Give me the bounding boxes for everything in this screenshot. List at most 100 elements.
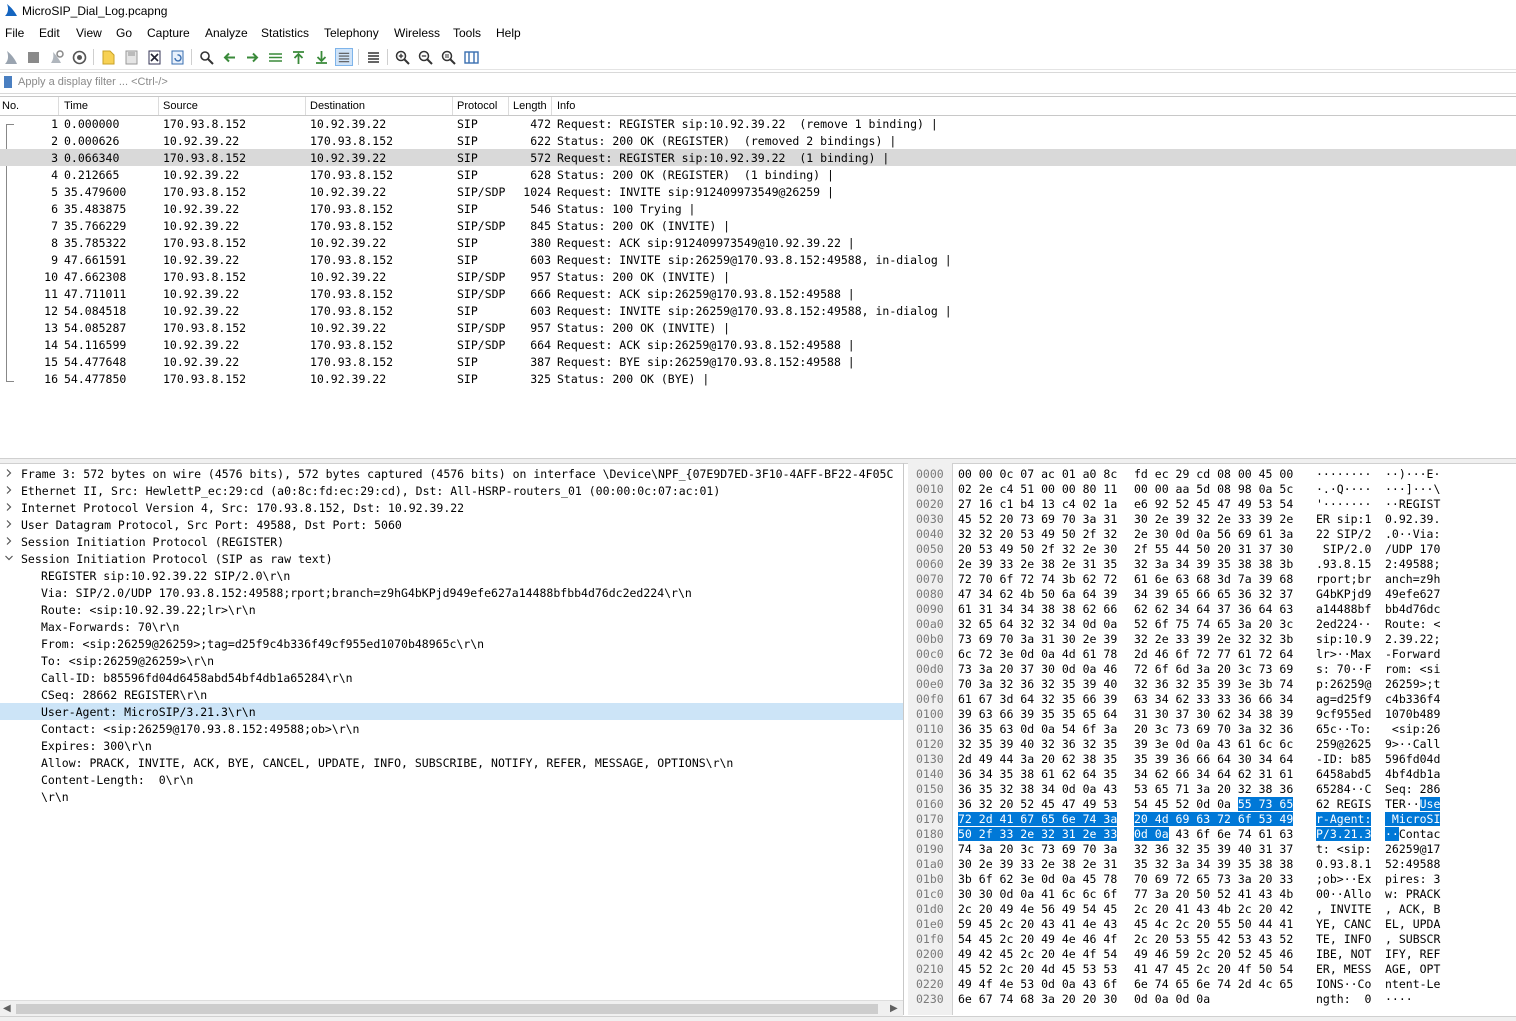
hex-row[interactable]: 01c0 30 30 0d 0a 41 6c 6c 6f 77 3a 20 50 5… [908, 886, 1516, 901]
hex-row[interactable]: 0090 61 31 34 34 38 38 62 66 62 62 34 64 3… [908, 601, 1516, 616]
chevron-right-icon[interactable] [4, 468, 14, 478]
hex-row[interactable]: 0030 45 52 20 73 69 70 3a 31 30 2e 39 32 2… [908, 511, 1516, 526]
menu-go[interactable]: Go [116, 26, 132, 40]
column-header-time[interactable]: Time [64, 100, 88, 112]
detail-row[interactable]: To: <sip:26259@26259>\r\n [0, 652, 903, 669]
hex-row[interactable]: 0180 50 2f 33 2e 32 31 2e 33 0d 0a 43 6f 6… [908, 826, 1516, 841]
column-separator[interactable] [305, 97, 306, 115]
go-first-packet-icon[interactable] [289, 48, 307, 66]
packet-row[interactable]: 8 35.785322 170.93.8.152 10.92.39.22 SIP 380 R… [0, 234, 1516, 251]
go-last-packet-icon[interactable] [312, 48, 330, 66]
packet-row[interactable]: 3 0.066340 170.93.8.152 10.92.39.22 SIP 572 Re… [0, 149, 1516, 166]
detail-row[interactable]: \r\n [0, 788, 903, 805]
open-file-icon[interactable] [99, 48, 117, 66]
close-file-icon[interactable] [145, 48, 163, 66]
hex-row[interactable]: 01a0 30 2e 39 33 2e 38 2e 31 35 32 3a 34 3… [908, 856, 1516, 871]
menu-help[interactable]: Help [496, 26, 521, 40]
column-separator[interactable] [58, 97, 59, 115]
packet-row[interactable]: 1 0.000000 170.93.8.152 10.92.39.22 SIP 472 Re… [0, 115, 1516, 132]
detail-row[interactable]: Expires: 300\r\n [0, 737, 903, 754]
column-header-source[interactable]: Source [163, 100, 198, 112]
chevron-right-icon[interactable] [4, 485, 14, 495]
hex-row[interactable]: 00a0 32 65 64 32 32 34 0d 0a 52 6f 75 74 6… [908, 616, 1516, 631]
reload-file-icon[interactable] [168, 48, 186, 66]
chevron-down-icon[interactable] [4, 553, 14, 563]
hex-row[interactable]: 0060 2e 39 33 2e 38 2e 31 35 32 3a 34 39 3… [908, 556, 1516, 571]
go-to-packet-icon[interactable] [266, 48, 284, 66]
menu-capture[interactable]: Capture [147, 26, 190, 40]
packet-row[interactable]: 12 54.084518 10.92.39.22 170.93.8.152 SIP 603… [0, 302, 1516, 319]
menu-file[interactable]: File [5, 26, 24, 40]
colorize-icon[interactable] [364, 48, 382, 66]
hex-row[interactable]: 0000 00 00 0c 07 ac 01 a0 8c fd ec 29 cd 0… [908, 466, 1516, 481]
packet-row[interactable]: 10 47.662308 170.93.8.152 10.92.39.22 SIP/SD… [0, 268, 1516, 285]
hex-row[interactable]: 0040 32 32 20 53 49 50 2f 32 2e 30 0d 0a 5… [908, 526, 1516, 541]
detail-row[interactable]: REGISTER sip:10.92.39.22 SIP/2.0\r\n [0, 567, 903, 584]
column-separator[interactable] [158, 97, 159, 115]
detail-row[interactable]: Session Initiation Protocol (SIP as raw … [0, 550, 903, 567]
chevron-right-icon[interactable] [4, 519, 14, 529]
menu-view[interactable]: View [76, 26, 102, 40]
packet-row[interactable]: 13 54.085287 170.93.8.152 10.92.39.22 SIP/SD… [0, 319, 1516, 336]
hex-row[interactable]: 0120 32 35 39 40 32 36 32 35 39 3e 0d 0a 4… [908, 736, 1516, 751]
hex-row[interactable]: 01d0 2c 20 49 4e 56 49 54 45 2c 20 41 43 4… [908, 901, 1516, 916]
menu-analyze[interactable]: Analyze [205, 26, 248, 40]
hex-row[interactable]: 0170 72 2d 41 67 65 6e 74 3a 20 4d 69 63 7… [908, 811, 1516, 826]
hex-row[interactable]: 00c0 6c 72 3e 0d 0a 4d 61 78 2d 46 6f 72 7… [908, 646, 1516, 661]
column-separator[interactable] [508, 97, 509, 115]
find-packet-icon[interactable] [197, 48, 215, 66]
menu-telephony[interactable]: Telephony [324, 26, 379, 40]
chevron-right-icon[interactable] [4, 536, 14, 546]
detail-row[interactable]: From: <sip:26259@26259>;tag=d25f9c4b336f… [0, 635, 903, 652]
column-header-length[interactable]: Length [513, 100, 547, 112]
column-separator[interactable] [452, 97, 453, 115]
detail-row[interactable]: Call-ID: b85596fd04d6458abd54bf4db1a6528… [0, 669, 903, 686]
normal-size-icon[interactable] [439, 48, 457, 66]
scroll-left-icon[interactable]: ◀ [3, 1003, 11, 1014]
detail-row[interactable]: Frame 3: 572 bytes on wire (4576 bits), … [0, 465, 903, 482]
packet-row[interactable]: 5 35.479600 170.93.8.152 10.92.39.22 SIP/SDP… [0, 183, 1516, 200]
packet-row[interactable]: 2 0.000626 10.92.39.22 170.93.8.152 SIP 622 St… [0, 132, 1516, 149]
detail-row[interactable]: Content-Length: 0\r\n [0, 771, 903, 788]
go-forward-icon[interactable] [243, 48, 261, 66]
hex-row[interactable]: 0070 72 70 6f 72 74 3b 62 72 61 6e 63 68 3… [908, 571, 1516, 586]
scroll-right-icon[interactable]: ▶ [890, 1003, 898, 1014]
detail-row[interactable]: Contact: <sip:26259@170.93.8.152:49588;o… [0, 720, 903, 737]
bookmark-icon[interactable] [4, 76, 12, 88]
resize-columns-icon[interactable] [462, 48, 480, 66]
packet-row[interactable]: 11 47.711011 10.92.39.22 170.93.8.152 SIP/SD… [0, 285, 1516, 302]
stop-capture-icon[interactable] [24, 48, 42, 66]
zoom-out-icon[interactable] [416, 48, 434, 66]
packet-row[interactable]: 4 0.212665 10.92.39.22 170.93.8.152 SIP 628 St… [0, 166, 1516, 183]
hex-row[interactable]: 0210 45 52 2c 20 4d 45 53 53 41 47 45 2c 2… [908, 961, 1516, 976]
chevron-right-icon[interactable] [4, 502, 14, 512]
menu-statistics[interactable]: Statistics [261, 26, 309, 40]
hex-row[interactable]: 0190 74 3a 20 3c 73 69 70 3a 32 36 32 35 3… [908, 841, 1516, 856]
hex-row[interactable]: 0140 36 34 35 38 61 62 64 35 34 62 66 34 6… [908, 766, 1516, 781]
hex-row[interactable]: 01f0 54 45 2c 20 49 4e 46 4f 2c 20 53 55 4… [908, 931, 1516, 946]
zoom-in-icon[interactable] [393, 48, 411, 66]
packet-row[interactable]: 6 35.483875 10.92.39.22 170.93.8.152 SIP 546 S… [0, 200, 1516, 217]
hex-row[interactable]: 00e0 70 3a 32 36 32 35 39 40 32 36 32 35 3… [908, 676, 1516, 691]
hex-row[interactable]: 0080 47 34 62 4b 50 6a 64 39 34 39 65 66 6… [908, 586, 1516, 601]
hex-row[interactable]: 0110 36 35 63 0d 0a 54 6f 3a 20 3c 73 69 7… [908, 721, 1516, 736]
restart-capture-icon[interactable] [47, 48, 65, 66]
start-capture-icon[interactable] [2, 48, 20, 66]
column-header-protocol[interactable]: Protocol [457, 100, 497, 112]
detail-row[interactable]: Via: SIP/2.0/UDP 170.93.8.152:49588;rpor… [0, 584, 903, 601]
column-separator[interactable] [551, 97, 552, 115]
detail-row[interactable]: Allow: PRACK, INVITE, ACK, BYE, CANCEL, … [0, 754, 903, 771]
column-header-no[interactable]: No. [2, 100, 19, 112]
details-horizontal-scrollbar[interactable]: ◀ ▶ [0, 1000, 903, 1017]
hex-row[interactable]: 00f0 61 67 3d 64 32 35 66 39 63 34 62 33 3… [908, 691, 1516, 706]
scrollbar-thumb[interactable] [16, 1004, 878, 1014]
hex-row[interactable]: 0200 49 42 45 2c 20 4e 4f 54 49 46 59 2c 2… [908, 946, 1516, 961]
menu-edit[interactable]: Edit [39, 26, 60, 40]
detail-row[interactable]: Internet Protocol Version 4, Src: 170.93… [0, 499, 903, 516]
hex-row[interactable]: 0010 02 2e c4 51 00 00 80 11 00 00 aa 5d 0… [908, 481, 1516, 496]
menu-wireless[interactable]: Wireless [394, 26, 440, 40]
hex-row[interactable]: 0160 36 32 20 52 45 47 49 53 54 45 52 0d 0… [908, 796, 1516, 811]
hex-row[interactable]: 00b0 73 69 70 3a 31 30 2e 39 32 2e 33 39 2… [908, 631, 1516, 646]
save-file-icon[interactable] [122, 48, 140, 66]
hex-row[interactable]: 0230 6e 67 74 68 3a 20 20 30 0d 0a 0d 0a ng… [908, 991, 1516, 1006]
